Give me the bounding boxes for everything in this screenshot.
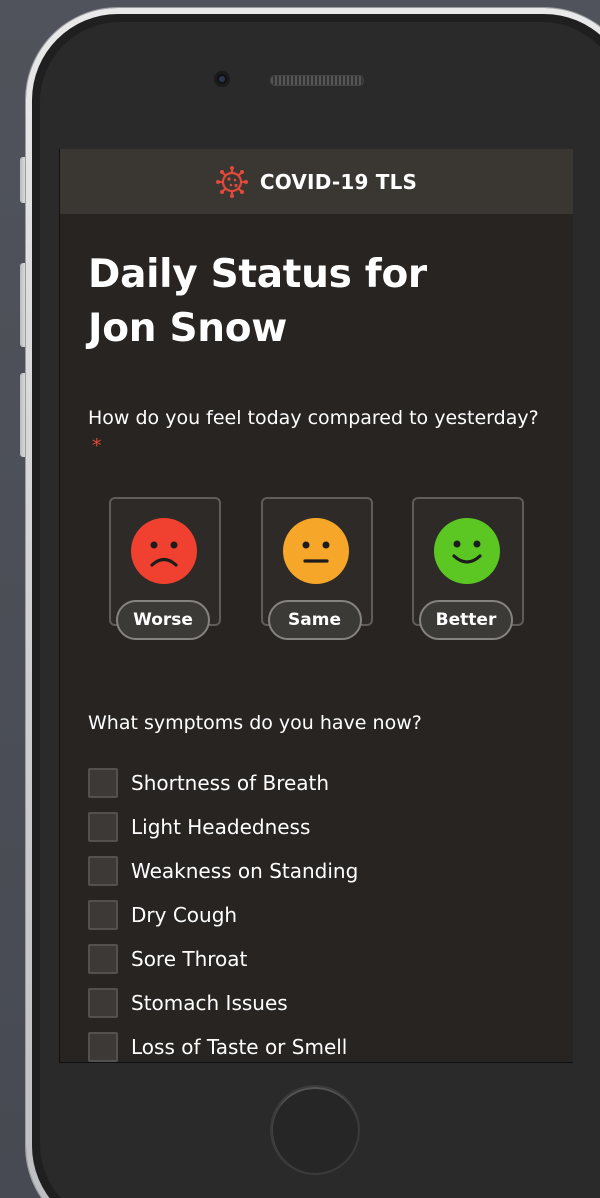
symptom-item[interactable]: Dry Cough [88, 893, 545, 937]
symptom-checkbox[interactable] [88, 768, 118, 798]
mood-option-worse[interactable]: Worse [109, 497, 221, 647]
sad-face-icon [131, 518, 197, 584]
symptom-label: Sore Throat [131, 947, 248, 971]
feeling-question: How do you feel today compared to yester… [88, 404, 545, 460]
symptom-checkbox[interactable] [88, 856, 118, 886]
symptom-label: Light Headedness [131, 815, 311, 839]
feeling-question-text: How do you feel today compared to yester… [88, 407, 539, 429]
symptom-item[interactable]: Loss of Taste or Smell [88, 1025, 545, 1062]
symptom-item[interactable]: Light Headedness [88, 805, 545, 849]
same-button[interactable]: Same [267, 600, 362, 640]
symptom-checkbox[interactable] [88, 1032, 118, 1062]
mood-option-same[interactable]: Same [260, 497, 373, 647]
required-asterisk: * [92, 435, 102, 457]
symptom-list: Shortness of Breath Light Headedness Wea… [88, 761, 545, 1062]
symptom-checkbox[interactable] [88, 944, 118, 974]
app-header: COVID-19 TLS [60, 149, 573, 214]
symptom-item[interactable]: Stomach Issues [88, 981, 545, 1025]
earpiece-speaker [270, 75, 364, 86]
front-camera [214, 71, 230, 87]
neutral-face-icon [282, 518, 349, 584]
mood-option-better[interactable]: Better [412, 497, 524, 647]
symptom-label: Weakness on Standing [131, 859, 359, 883]
symptom-item[interactable]: Shortness of Breath [88, 761, 545, 805]
happy-face-icon [434, 518, 500, 584]
symptom-item[interactable]: Weakness on Standing [88, 849, 545, 893]
page-title-line2: Jon Snow [88, 306, 287, 351]
mood-options: Worse Same Better [88, 497, 545, 647]
home-button[interactable] [270, 1085, 360, 1175]
device-frame-background: COVID-19 TLS Daily Status for Jon Snow H… [0, 0, 600, 1198]
worse-button[interactable]: Worse [116, 600, 210, 640]
symptom-checkbox[interactable] [88, 988, 118, 1018]
symptom-checkbox[interactable] [88, 812, 118, 842]
app-screen: COVID-19 TLS Daily Status for Jon Snow H… [59, 149, 573, 1063]
app-title: COVID-19 TLS [259, 169, 418, 194]
symptom-item[interactable]: Sore Throat [88, 937, 545, 981]
page-title: Daily Status for Jon Snow [88, 248, 545, 356]
better-button[interactable]: Better [419, 600, 513, 640]
symptoms-question: What symptoms do you have now? [88, 712, 422, 734]
virus-icon [215, 165, 248, 198]
symptom-label: Shortness of Breath [131, 771, 330, 795]
symptom-label: Stomach Issues [131, 991, 288, 1015]
symptom-label: Dry Cough [131, 903, 238, 927]
main-content: Daily Status for Jon Snow How do you fee… [60, 248, 573, 1062]
symptom-checkbox[interactable] [88, 900, 118, 930]
page-title-line1: Daily Status for [88, 252, 427, 297]
symptom-label: Loss of Taste or Smell [131, 1035, 348, 1059]
